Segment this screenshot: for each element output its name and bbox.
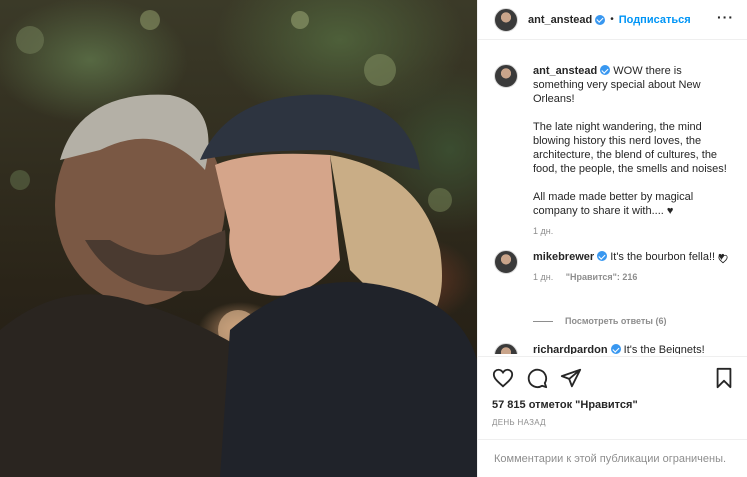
post-sidebar: ant_anstead • Подписаться ··· ant_anstea… bbox=[477, 0, 747, 477]
caption-meta: 1 дн. bbox=[533, 226, 734, 236]
posted-time[interactable]: ДЕНЬ НАЗАД bbox=[492, 418, 734, 427]
comments-list[interactable]: ant_anstead WOW there is something very … bbox=[478, 58, 747, 354]
comment-avatar[interactable] bbox=[494, 250, 518, 274]
comment-text: It's the Beignets! bbox=[623, 344, 705, 354]
share-paper-plane-icon[interactable] bbox=[560, 367, 582, 389]
like-heart-icon[interactable] bbox=[492, 367, 514, 389]
caption-body: ant_anstead WOW there is something very … bbox=[533, 64, 734, 218]
author-username[interactable]: ant_anstead bbox=[528, 14, 592, 26]
verified-badge-icon bbox=[610, 344, 621, 354]
caption-username[interactable]: ant_anstead bbox=[533, 65, 597, 77]
comment-time[interactable]: 1 дн. bbox=[533, 272, 553, 282]
comment-text: It's the bourbon fella!! ♥ bbox=[610, 251, 725, 263]
follow-button[interactable]: Подписаться bbox=[619, 14, 691, 26]
verified-badge-icon bbox=[600, 65, 611, 75]
comment-username[interactable]: mikebrewer bbox=[533, 251, 594, 263]
comment-avatar[interactable] bbox=[494, 343, 518, 354]
verified-badge-icon bbox=[597, 251, 608, 261]
post-header: ant_anstead • Подписаться ··· bbox=[478, 0, 747, 40]
comment-body: richardpardon It's the Beignets! bbox=[533, 343, 734, 354]
comment-body: mikebrewer It's the bourbon fella!! ♥ bbox=[533, 250, 734, 264]
post-photo[interactable] bbox=[0, 0, 477, 477]
caption-avatar[interactable] bbox=[494, 64, 518, 88]
comment-bubble-icon[interactable] bbox=[526, 367, 548, 389]
caption-text: WOW there is something very special abou… bbox=[533, 65, 727, 217]
more-options-icon[interactable]: ··· bbox=[717, 9, 734, 25]
caption: ant_anstead WOW there is something very … bbox=[494, 64, 734, 236]
photo-illustration bbox=[0, 10, 477, 477]
comment-likes[interactable]: "Нравится": 216 bbox=[566, 272, 638, 282]
view-replies-button[interactable]: Посмотреть ответы (6) bbox=[533, 316, 666, 326]
author-avatar[interactable] bbox=[494, 7, 518, 32]
comment-meta: 1 дн. "Нравится": 216 bbox=[533, 272, 734, 282]
post-actions: 57 815 отметок "Нравится" ДЕНЬ НАЗАД bbox=[478, 356, 747, 427]
comment-item: mikebrewer It's the bourbon fella!! ♥ 1 … bbox=[494, 250, 734, 282]
like-comment-heart-icon[interactable] bbox=[718, 254, 728, 264]
verified-badge-icon bbox=[595, 14, 606, 25]
comments-restricted-text: Комментарии к этой публикации ограничены… bbox=[494, 452, 727, 465]
comment-item: richardpardon It's the Beignets! bbox=[494, 343, 734, 354]
action-icons bbox=[492, 367, 734, 389]
save-bookmark-icon[interactable] bbox=[714, 367, 734, 389]
comments-restricted-footer: Комментарии к этой публикации ограничены… bbox=[478, 439, 747, 477]
separator-dot: • bbox=[610, 14, 614, 25]
caption-time[interactable]: 1 дн. bbox=[533, 226, 553, 236]
comment-username[interactable]: richardpardon bbox=[533, 344, 608, 354]
likes-count[interactable]: 57 815 отметок "Нравится" bbox=[492, 399, 734, 411]
view-replies-label: Посмотреть ответы (6) bbox=[565, 316, 667, 326]
